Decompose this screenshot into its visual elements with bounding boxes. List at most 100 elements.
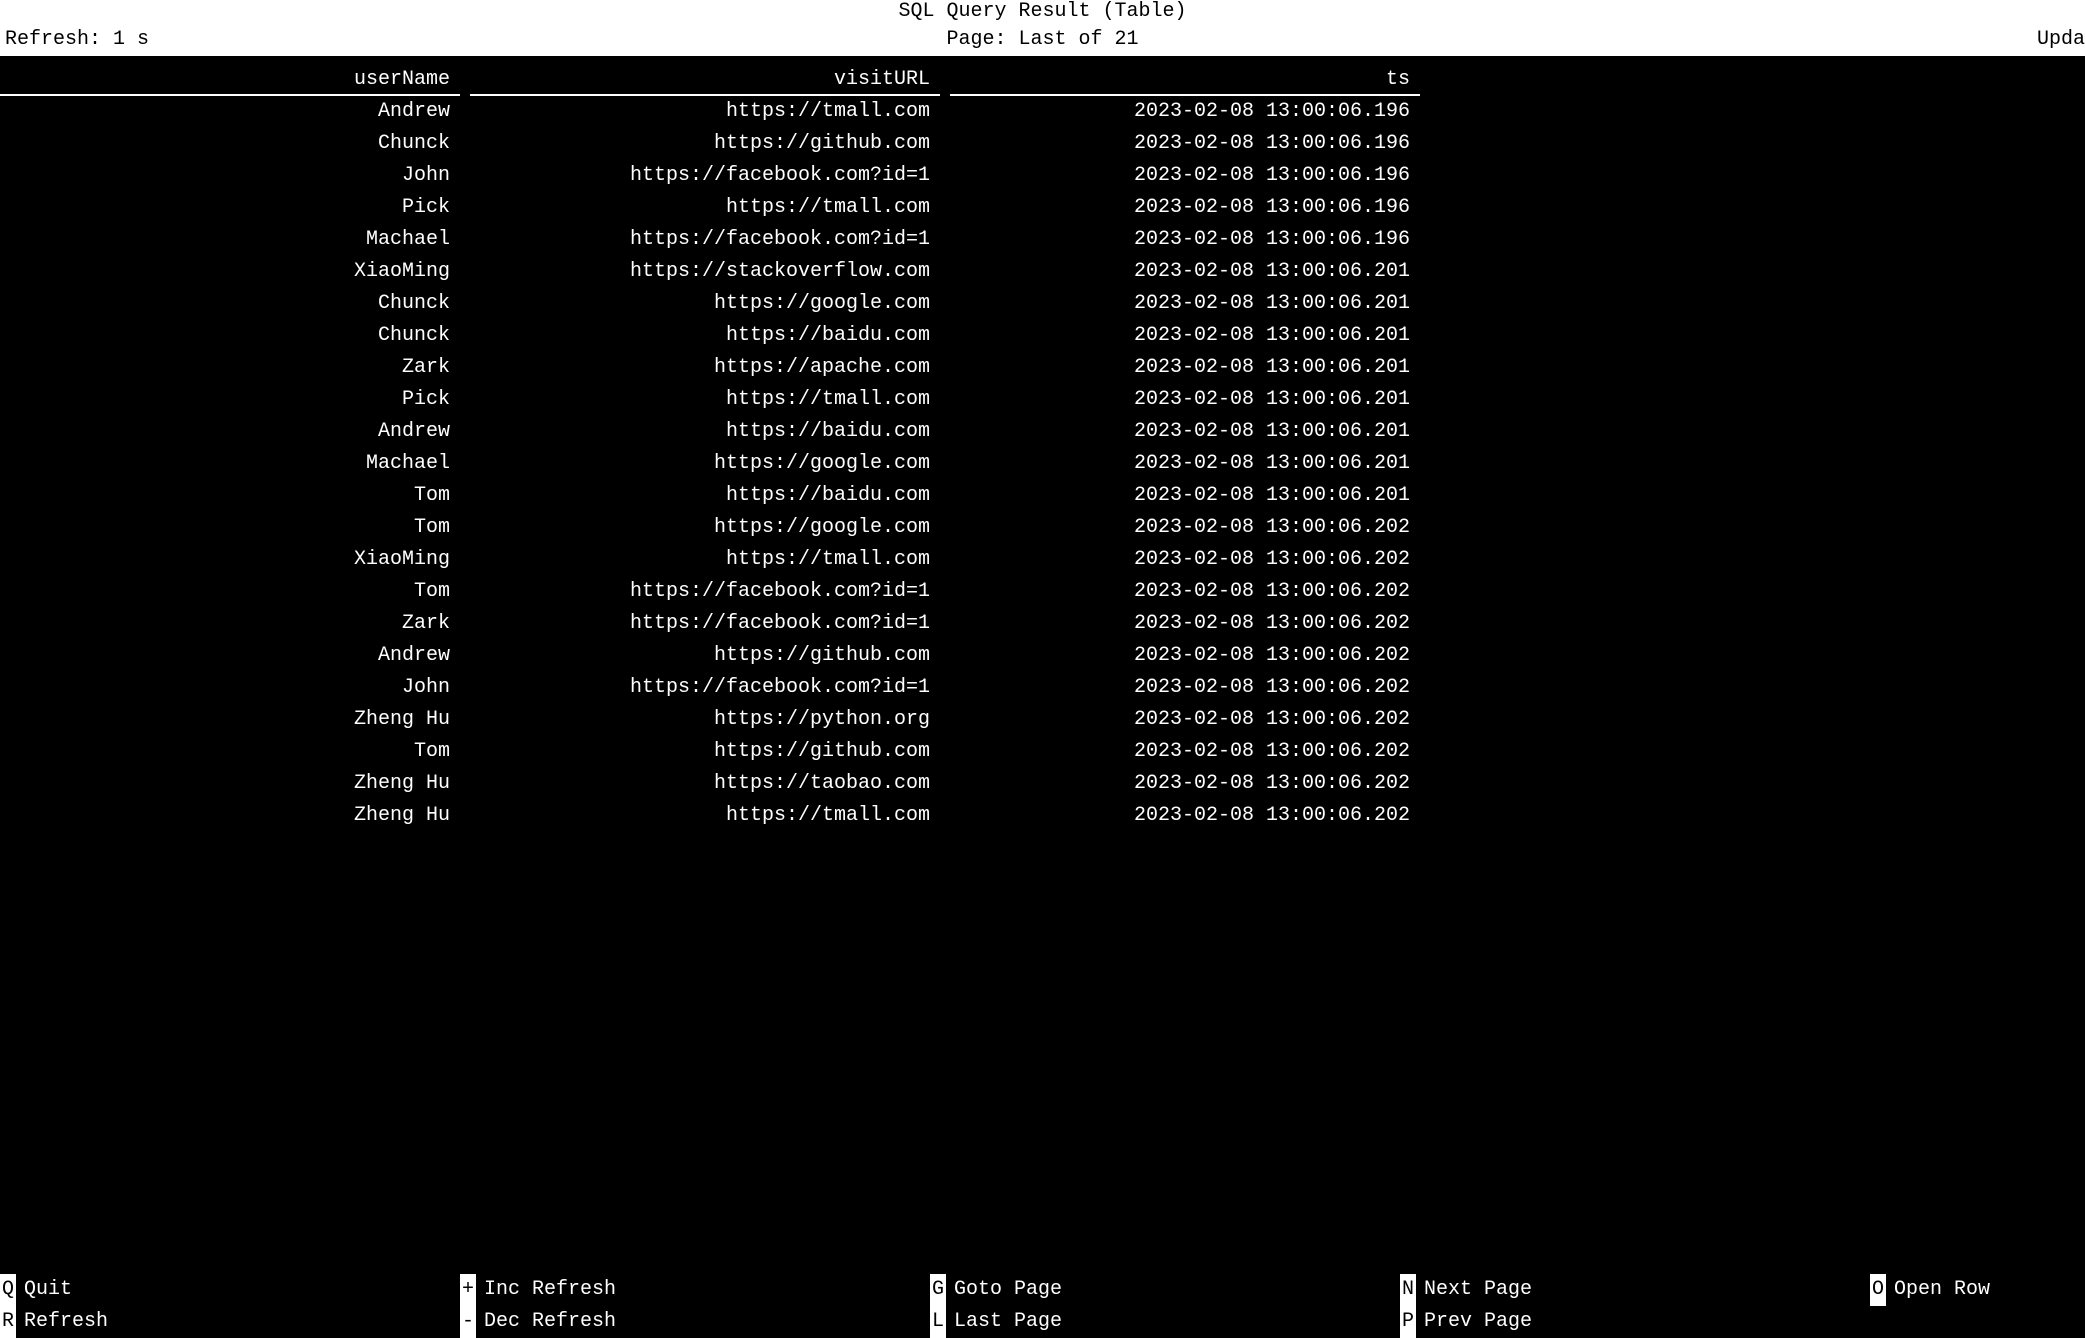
cell-username: Tom bbox=[0, 736, 460, 768]
cell-username: Andrew bbox=[0, 416, 460, 448]
footer-shortcut[interactable]: RRefresh bbox=[0, 1306, 460, 1338]
cell-ts: 2023-02-08 13:00:06.202 bbox=[950, 768, 1420, 800]
shortcut-label: Next Page bbox=[1424, 1274, 1532, 1306]
cell-username: Machael bbox=[0, 448, 460, 480]
table-header-row: userName visitURL ts bbox=[0, 66, 2085, 96]
cell-username: Zheng Hu bbox=[0, 768, 460, 800]
table-row[interactable]: Johnhttps://facebook.com?id=12023-02-08 … bbox=[0, 672, 2085, 704]
column-header-username: userName bbox=[0, 66, 460, 96]
shortcut-key: Q bbox=[0, 1274, 16, 1306]
cell-username: John bbox=[0, 160, 460, 192]
footer-shortcut[interactable]: LLast Page bbox=[930, 1306, 1400, 1338]
footer-shortcut[interactable]: QQuit bbox=[0, 1274, 460, 1306]
shortcut-label: Dec Refresh bbox=[484, 1306, 616, 1338]
cell-ts: 2023-02-08 13:00:06.201 bbox=[950, 480, 1420, 512]
cell-username: Tom bbox=[0, 480, 460, 512]
cell-visiturl: https://tmall.com bbox=[470, 192, 940, 224]
cell-username: Tom bbox=[0, 576, 460, 608]
table-row[interactable]: Andrewhttps://github.com2023-02-08 13:00… bbox=[0, 640, 2085, 672]
table-row[interactable]: Chunckhttps://baidu.com2023-02-08 13:00:… bbox=[0, 320, 2085, 352]
cell-username: Zheng Hu bbox=[0, 704, 460, 736]
table-row[interactable]: XiaoMinghttps://stackoverflow.com2023-02… bbox=[0, 256, 2085, 288]
table-row[interactable]: Chunckhttps://github.com2023-02-08 13:00… bbox=[0, 128, 2085, 160]
cell-ts: 2023-02-08 13:00:06.202 bbox=[950, 544, 1420, 576]
footer-shortcut[interactable]: +Inc Refresh bbox=[460, 1274, 930, 1306]
cell-ts: 2023-02-08 13:00:06.201 bbox=[950, 352, 1420, 384]
shortcut-key: N bbox=[1400, 1274, 1416, 1306]
update-status: Upda bbox=[2037, 28, 2085, 52]
cell-ts: 2023-02-08 13:00:06.202 bbox=[950, 608, 1420, 640]
cell-ts: 2023-02-08 13:00:06.201 bbox=[950, 384, 1420, 416]
cell-ts: 2023-02-08 13:00:06.202 bbox=[950, 704, 1420, 736]
cell-ts: 2023-02-08 13:00:06.196 bbox=[950, 160, 1420, 192]
cell-ts: 2023-02-08 13:00:06.196 bbox=[950, 192, 1420, 224]
cell-visiturl: https://google.com bbox=[470, 512, 940, 544]
footer-shortcut[interactable]: OOpen Row bbox=[1870, 1274, 2085, 1306]
table-row[interactable]: Pickhttps://tmall.com2023-02-08 13:00:06… bbox=[0, 384, 2085, 416]
shortcut-label: Prev Page bbox=[1424, 1306, 1532, 1338]
page-status: Page: Last of 21 bbox=[0, 28, 2085, 52]
cell-visiturl: https://baidu.com bbox=[470, 480, 940, 512]
footer-shortcut[interactable]: NNext Page bbox=[1400, 1274, 1870, 1306]
table-row[interactable]: Machaelhttps://facebook.com?id=12023-02-… bbox=[0, 224, 2085, 256]
cell-ts: 2023-02-08 13:00:06.196 bbox=[950, 224, 1420, 256]
table-row[interactable]: Zark https://facebook.com?id=1 2023-02-08 … bbox=[0, 608, 2085, 640]
cell-username: Machael bbox=[0, 224, 460, 256]
table-row[interactable]: Tom https://baidu.com 2023-02-08 13:00:06.… bbox=[0, 480, 2085, 512]
cell-visiturl: https://baidu.com bbox=[470, 416, 940, 448]
header-bar: SQL Query Result (Table) Refresh: 1 s Pa… bbox=[0, 0, 2085, 56]
table-row[interactable]: Machaelhttps://google.com2023-02-08 13:0… bbox=[0, 448, 2085, 480]
cell-visiturl: https://facebook.com?id=1 bbox=[470, 608, 940, 640]
table-row[interactable]: Tomhttps://google.com2023-02-08 13:00:06… bbox=[0, 512, 2085, 544]
footer-shortcut[interactable]: GGoto Page bbox=[930, 1274, 1400, 1306]
cell-ts: 2023-02-08 13:00:06.201 bbox=[950, 416, 1420, 448]
cell-username: Chunck bbox=[0, 320, 460, 352]
shortcut-label: Open Row bbox=[1894, 1274, 1990, 1306]
table-row[interactable]: Chunckhttps://google.com2023-02-08 13:00… bbox=[0, 288, 2085, 320]
shortcut-label: Goto Page bbox=[954, 1274, 1062, 1306]
footer-row-2: RRefresh-Dec RefreshLLast PagePPrev Page bbox=[0, 1306, 2085, 1338]
table-row[interactable]: Tomhttps://github.com2023-02-08 13:00:06… bbox=[0, 736, 2085, 768]
cell-username: John bbox=[0, 672, 460, 704]
table-row[interactable]: Zheng Hu https://tmall.com 2023-02-08 13:0… bbox=[0, 800, 2085, 832]
shortcut-key: P bbox=[1400, 1306, 1416, 1338]
table-row[interactable]: XiaoMinghttps://tmall.com2023-02-08 13:0… bbox=[0, 544, 2085, 576]
cell-username: Pick bbox=[0, 192, 460, 224]
footer-shortcut[interactable] bbox=[1870, 1306, 2085, 1338]
cell-ts: 2023-02-08 13:00:06.201 bbox=[950, 320, 1420, 352]
footer-shortcut[interactable]: -Dec Refresh bbox=[460, 1306, 930, 1338]
cell-visiturl: https://facebook.com?id=1 bbox=[470, 160, 940, 192]
table-row[interactable]: Andrew https://baidu.com 2023-02-08 13:00:… bbox=[0, 416, 2085, 448]
table-row[interactable]: Zheng Hu https://taobao.com 2023-02-08 13:… bbox=[0, 768, 2085, 800]
footer-shortcuts: QQuit+Inc RefreshGGoto PageNNext PageOOp… bbox=[0, 1274, 2085, 1338]
cell-visiturl: https://google.com bbox=[470, 448, 940, 480]
shortcut-label: Quit bbox=[24, 1274, 72, 1306]
page-title: SQL Query Result (Table) bbox=[0, 0, 2085, 24]
shortcut-key: + bbox=[460, 1274, 476, 1306]
cell-visiturl: https://stackoverflow.com bbox=[470, 256, 940, 288]
footer-shortcut[interactable]: PPrev Page bbox=[1400, 1306, 1870, 1338]
cell-visiturl: https://facebook.com?id=1 bbox=[470, 672, 940, 704]
table-row[interactable]: John https://facebook.com?id=1 2023-02-08 … bbox=[0, 160, 2085, 192]
cell-ts: 2023-02-08 13:00:06.202 bbox=[950, 800, 1420, 832]
cell-username: XiaoMing bbox=[0, 544, 460, 576]
cell-visiturl: https://apache.com bbox=[470, 352, 940, 384]
cell-visiturl: https://github.com bbox=[470, 736, 940, 768]
table-row[interactable]: Andrewhttps://tmall.com2023-02-08 13:00:… bbox=[0, 96, 2085, 128]
table-row[interactable]: Zarkhttps://apache.com2023-02-08 13:00:0… bbox=[0, 352, 2085, 384]
column-header-ts: ts bbox=[950, 66, 1420, 96]
cell-ts: 2023-02-08 13:00:06.196 bbox=[950, 96, 1420, 128]
cell-visiturl: https://taobao.com bbox=[470, 768, 940, 800]
table-row[interactable]: Tomhttps://facebook.com?id=12023-02-08 1… bbox=[0, 576, 2085, 608]
shortcut-key: G bbox=[930, 1274, 946, 1306]
cell-visiturl: https://tmall.com bbox=[470, 800, 940, 832]
shortcut-label: Last Page bbox=[954, 1306, 1062, 1338]
cell-username: Zheng Hu bbox=[0, 800, 460, 832]
table-row[interactable]: Zheng Huhttps://python.org2023-02-08 13:… bbox=[0, 704, 2085, 736]
cell-username: Zark bbox=[0, 608, 460, 640]
cell-ts: 2023-02-08 13:00:06.201 bbox=[950, 256, 1420, 288]
cell-visiturl: https://facebook.com?id=1 bbox=[470, 576, 940, 608]
cell-username: Chunck bbox=[0, 288, 460, 320]
table-row[interactable]: Pick https://tmall.com 2023-02-08 13:00:06… bbox=[0, 192, 2085, 224]
cell-ts: 2023-02-08 13:00:06.196 bbox=[950, 128, 1420, 160]
